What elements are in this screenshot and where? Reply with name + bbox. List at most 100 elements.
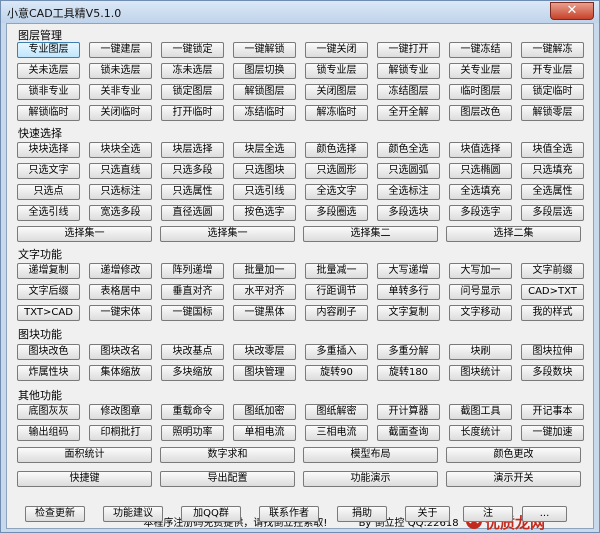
selection-set-button-1[interactable]: 选择集一 <box>17 226 152 242</box>
layer-button-1-3[interactable]: 一键锁定 <box>161 42 224 58</box>
text-button-1-1[interactable]: 递增复制 <box>17 263 80 279</box>
other-button-1-6[interactable]: 开计算器 <box>377 404 440 420</box>
layer-button-3-1[interactable]: 锁非专业 <box>17 84 80 100</box>
other-button-2-5[interactable]: 三相电流 <box>305 425 368 441</box>
text-button-3-1[interactable]: TXT>CAD <box>17 305 80 321</box>
layer-button-2-3[interactable]: 冻未选层 <box>161 63 224 79</box>
big-button-3[interactable]: 功能演示 <box>303 471 438 487</box>
bottom-button-7[interactable]: 注 <box>463 506 513 522</box>
bottom-button-1[interactable]: 检查更新 <box>25 506 85 522</box>
text-button-3-6[interactable]: 文字复制 <box>377 305 440 321</box>
text-button-3-4[interactable]: 一键黑体 <box>233 305 296 321</box>
text-button-1-8[interactable]: 文字前缀 <box>521 263 584 279</box>
text-button-2-8[interactable]: CAD>TXT <box>521 284 584 300</box>
text-button-1-7[interactable]: 大写加一 <box>449 263 512 279</box>
block-button-1-2[interactable]: 图块改名 <box>89 344 152 360</box>
layer-button-3-3[interactable]: 锁定图层 <box>161 84 224 100</box>
quick-button-3-1[interactable]: 只选点 <box>17 184 80 200</box>
layer-button-4-1[interactable]: 解锁临时 <box>17 105 80 121</box>
big-button-4[interactable]: 演示开关 <box>446 471 581 487</box>
other-wide-button-1[interactable]: 面积统计 <box>17 447 152 463</box>
other-wide-button-3[interactable]: 模型布局 <box>303 447 438 463</box>
block-button-1-3[interactable]: 块改基点 <box>161 344 224 360</box>
quick-button-3-7[interactable]: 全选填充 <box>449 184 512 200</box>
quick-button-2-7[interactable]: 只选椭圆 <box>449 163 512 179</box>
quick-button-2-2[interactable]: 只选直线 <box>89 163 152 179</box>
selection-set-button-3[interactable]: 选择集二 <box>303 226 438 242</box>
quick-button-3-4[interactable]: 只选引线 <box>233 184 296 200</box>
layer-button-2-2[interactable]: 锁未选层 <box>89 63 152 79</box>
layer-button-1-6[interactable]: 一键打开 <box>377 42 440 58</box>
block-button-2-5[interactable]: 旋转90 <box>305 365 368 381</box>
text-button-3-3[interactable]: 一键国标 <box>161 305 224 321</box>
quick-button-4-4[interactable]: 按色选字 <box>233 205 296 221</box>
quick-button-3-3[interactable]: 只选属性 <box>161 184 224 200</box>
bottom-button-6[interactable]: 关于 <box>405 506 450 522</box>
bottom-button-8[interactable]: ... <box>522 506 567 522</box>
other-button-2-4[interactable]: 单相电流 <box>233 425 296 441</box>
text-button-1-3[interactable]: 阵列递增 <box>161 263 224 279</box>
close-button[interactable]: ✕ <box>550 2 594 20</box>
other-button-1-8[interactable]: 开记事本 <box>521 404 584 420</box>
other-wide-button-2[interactable]: 数字求和 <box>160 447 295 463</box>
text-button-3-7[interactable]: 文字移动 <box>449 305 512 321</box>
quick-button-1-6[interactable]: 颜色全选 <box>377 142 440 158</box>
text-button-2-1[interactable]: 文字后缀 <box>17 284 80 300</box>
bottom-button-4[interactable]: 联系作者 <box>259 506 319 522</box>
layer-button-3-2[interactable]: 关非专业 <box>89 84 152 100</box>
quick-button-3-5[interactable]: 全选文字 <box>305 184 368 200</box>
block-button-2-6[interactable]: 旋转180 <box>377 365 440 381</box>
text-button-2-5[interactable]: 行距调节 <box>305 284 368 300</box>
text-button-2-7[interactable]: 问号显示 <box>449 284 512 300</box>
layer-button-3-5[interactable]: 关闭图层 <box>305 84 368 100</box>
layer-button-2-7[interactable]: 关专业层 <box>449 63 512 79</box>
block-button-1-7[interactable]: 块刷 <box>449 344 512 360</box>
quick-button-1-1[interactable]: 块块选择 <box>17 142 80 158</box>
quick-button-2-5[interactable]: 只选圆形 <box>305 163 368 179</box>
layer-button-4-4[interactable]: 冻结临时 <box>233 105 296 121</box>
text-button-1-4[interactable]: 批量加一 <box>233 263 296 279</box>
quick-button-1-2[interactable]: 块块全选 <box>89 142 152 158</box>
quick-button-2-4[interactable]: 只选图块 <box>233 163 296 179</box>
quick-button-3-2[interactable]: 只选标注 <box>89 184 152 200</box>
quick-button-1-4[interactable]: 块层全选 <box>233 142 296 158</box>
text-button-3-2[interactable]: 一键宋体 <box>89 305 152 321</box>
layer-button-2-5[interactable]: 锁专业层 <box>305 63 368 79</box>
other-button-2-8[interactable]: 一键加速 <box>521 425 584 441</box>
quick-button-2-1[interactable]: 只选文字 <box>17 163 80 179</box>
layer-button-1-2[interactable]: 一键建层 <box>89 42 152 58</box>
layer-button-4-7[interactable]: 图层改色 <box>449 105 512 121</box>
text-button-1-2[interactable]: 递增修改 <box>89 263 152 279</box>
quick-button-1-3[interactable]: 块层选择 <box>161 142 224 158</box>
selection-set-button-4[interactable]: 选择二集 <box>446 226 581 242</box>
other-button-1-3[interactable]: 重载命令 <box>161 404 224 420</box>
layer-button-3-4[interactable]: 解锁图层 <box>233 84 296 100</box>
other-button-2-2[interactable]: 印桐批打 <box>89 425 152 441</box>
block-button-1-1[interactable]: 图块改色 <box>17 344 80 360</box>
quick-button-1-7[interactable]: 块值选择 <box>449 142 512 158</box>
quick-button-3-8[interactable]: 全选属性 <box>521 184 584 200</box>
layer-button-1-7[interactable]: 一键冻结 <box>449 42 512 58</box>
text-button-3-8[interactable]: 我的样式 <box>521 305 584 321</box>
other-button-2-6[interactable]: 截面查询 <box>377 425 440 441</box>
layer-button-1-8[interactable]: 一键解冻 <box>521 42 584 58</box>
other-button-1-7[interactable]: 截图工具 <box>449 404 512 420</box>
other-button-1-1[interactable]: 底图灰灰 <box>17 404 80 420</box>
quick-button-4-1[interactable]: 全选引线 <box>17 205 80 221</box>
block-button-2-2[interactable]: 集体缩放 <box>89 365 152 381</box>
other-button-2-3[interactable]: 照明功率 <box>161 425 224 441</box>
layer-button-4-8[interactable]: 解锁零层 <box>521 105 584 121</box>
layer-button-2-4[interactable]: 图层切换 <box>233 63 296 79</box>
layer-button-2-8[interactable]: 开专业层 <box>521 63 584 79</box>
other-button-1-5[interactable]: 图纸解密 <box>305 404 368 420</box>
block-button-1-8[interactable]: 图块拉伸 <box>521 344 584 360</box>
other-button-1-2[interactable]: 修改图章 <box>89 404 152 420</box>
block-button-2-8[interactable]: 多段数块 <box>521 365 584 381</box>
layer-button-3-7[interactable]: 临时图层 <box>449 84 512 100</box>
big-button-2[interactable]: 导出配置 <box>160 471 295 487</box>
layer-button-2-6[interactable]: 解锁专业 <box>377 63 440 79</box>
quick-button-3-6[interactable]: 全选标注 <box>377 184 440 200</box>
block-button-2-1[interactable]: 炸属性块 <box>17 365 80 381</box>
quick-button-4-2[interactable]: 宽选多段 <box>89 205 152 221</box>
layer-button-4-6[interactable]: 全开全解 <box>377 105 440 121</box>
